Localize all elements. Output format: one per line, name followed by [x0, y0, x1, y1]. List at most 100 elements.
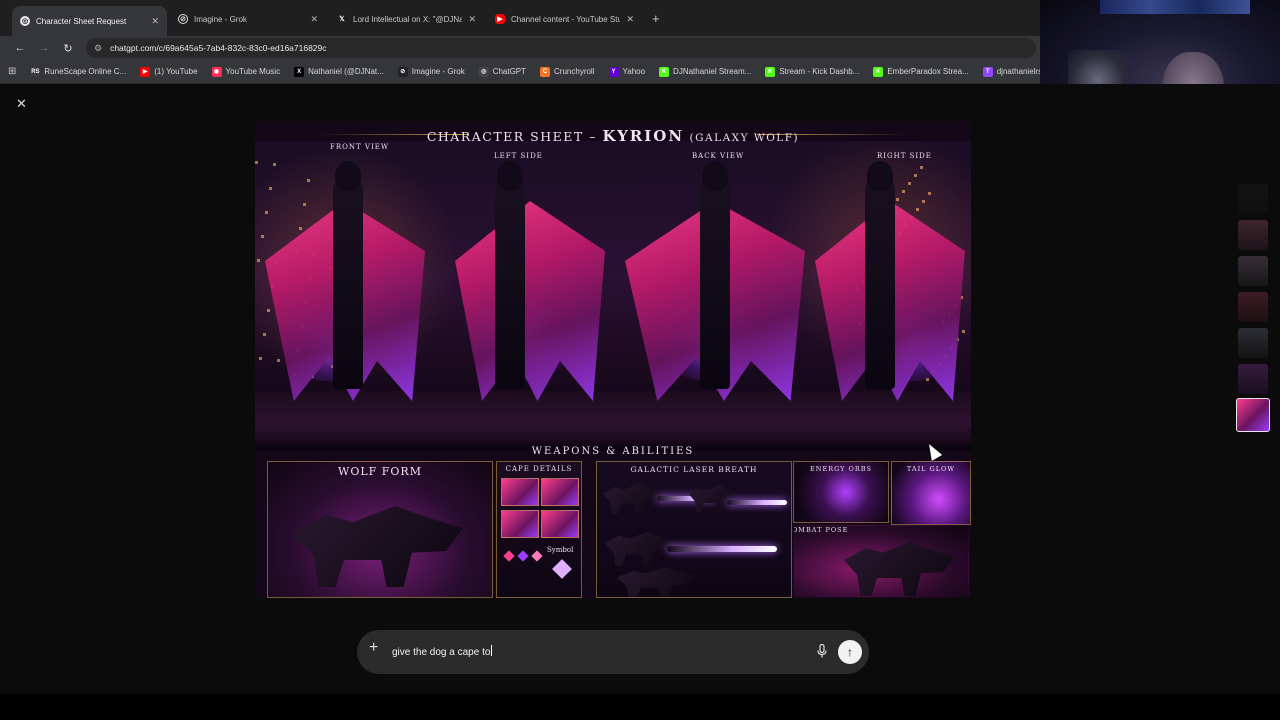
bookmark-item[interactable]: ⊘ Imagine - Grok — [397, 66, 465, 77]
bookmark-item[interactable]: K EmberParadox Strea... — [873, 66, 969, 77]
tab-label: Character Sheet Request — [36, 16, 127, 26]
chatgpt-icon: ◎ — [478, 66, 489, 77]
bookmark-label: djnathanielrs3 - Twit... — [996, 67, 1040, 76]
wolf-form-panel: WOLF FORM — [267, 461, 493, 598]
chatgpt-icon: ◎ — [20, 16, 30, 26]
text-caret — [491, 645, 493, 656]
webcam-background-shelf — [1100, 0, 1250, 14]
bookmark-item[interactable]: K Stream - Kick Dashb... — [765, 66, 860, 77]
plus-icon[interactable]: + — [369, 639, 378, 657]
figure-body — [700, 179, 730, 389]
youtube-icon: ▶ — [495, 14, 505, 24]
laser-beam — [667, 546, 777, 552]
energy-orbs-label: ENERGY ORBS — [810, 465, 872, 473]
history-thumb[interactable] — [1238, 256, 1268, 286]
tab-youtube-studio[interactable]: ▶ Channel content - YouTube Stu ✕ — [487, 6, 642, 32]
close-tab-icon[interactable]: ✕ — [151, 16, 159, 27]
tab-imagine-grok[interactable]: ⊘ Imagine - Grok ✕ — [170, 6, 326, 32]
browser-tab-strip: ◎ Character Sheet Request ✕ ⊘ Imagine - … — [0, 0, 1040, 36]
bookmark-item[interactable]: X Nathaniel (@DJNat... — [294, 66, 384, 77]
view-label-left: LEFT SIDE — [494, 152, 543, 160]
history-thumb[interactable] — [1238, 220, 1268, 250]
bookmark-item[interactable]: Tdjnathanielrs3 - Twit... — [982, 66, 1040, 77]
grok-icon: ⊘ — [178, 14, 188, 24]
history-thumb[interactable] — [1238, 328, 1268, 358]
send-button[interactable]: ↑ — [838, 640, 862, 664]
right-side-figure — [815, 161, 965, 421]
address-bar[interactable]: ⚙ chatgpt.com/c/69a645a5-7ab4-832c-83c0-… — [86, 38, 1036, 58]
crunchyroll-icon: C — [540, 66, 551, 77]
twitch-icon: T — [982, 66, 993, 77]
reload-button[interactable]: ↻ — [56, 42, 80, 55]
bookmark-list: RS RuneScape Online C... ▶ (1) YouTube ◉ YouT… — [30, 66, 1040, 77]
cape-detail-thumb — [501, 478, 539, 506]
figure-head — [335, 161, 361, 191]
bookmark-item[interactable]: Y Yahoo — [608, 66, 645, 77]
close-tab-icon[interactable]: ✕ — [310, 14, 318, 25]
bookmark-item[interactable]: C Crunchyroll — [540, 66, 595, 77]
tab-label: Imagine - Grok — [194, 14, 247, 24]
bookmark-item[interactable]: K DJNathaniel Stream... — [659, 66, 752, 77]
bookmark-item[interactable]: ◉ YouTube Music — [211, 66, 281, 77]
bookmark-label: DJNathaniel Stream... — [673, 67, 752, 76]
apps-grid-icon[interactable]: ⊞ — [8, 66, 16, 77]
wolf-illustration — [605, 531, 675, 566]
gem-icon — [517, 550, 529, 562]
figure-head — [497, 161, 523, 191]
energy-orbs-panel: ENERGY ORBS — [793, 461, 889, 523]
history-thumb[interactable] — [1238, 184, 1268, 214]
yahoo-icon: Y — [608, 66, 619, 77]
tab-lord-intellectual-x[interactable]: 𝕏 Lord Intellectual on X: "@DJNat ✕ — [329, 6, 484, 32]
city-light — [255, 161, 258, 164]
bookmark-item[interactable]: RS RuneScape Online C... — [30, 66, 126, 77]
wolf-form-label: WOLF FORM — [338, 465, 422, 478]
bookmark-item[interactable]: ▶ (1) YouTube — [140, 66, 198, 77]
new-tab-button[interactable]: + — [652, 11, 660, 26]
history-thumb[interactable] — [1238, 364, 1268, 394]
combat-pose-panel: COMBAT POSE — [793, 525, 969, 598]
grok-icon: ⊘ — [397, 66, 408, 77]
microphone-glyph — [817, 644, 827, 658]
title-name: KYRION — [602, 127, 685, 145]
close-tab-icon[interactable]: ✕ — [468, 14, 476, 25]
close-lightbox-icon[interactable]: ✕ — [16, 96, 27, 112]
wolf-illustration — [689, 485, 739, 512]
cape-details-panel: CAPE DETAILS Symbol — [496, 461, 582, 598]
kick-icon: K — [873, 66, 884, 77]
tab-character-sheet-request[interactable]: ◎ Character Sheet Request ✕ — [12, 6, 167, 36]
bookmark-label: (1) YouTube — [154, 67, 198, 76]
back-button[interactable]: ← — [8, 42, 32, 54]
cape-details-label: CAPE DETAILS — [505, 465, 573, 473]
gem-icon — [531, 550, 543, 562]
tail-glow-panel: TAIL GLOW — [891, 461, 971, 525]
history-thumb-active[interactable] — [1236, 398, 1270, 432]
forward-button[interactable]: → — [32, 42, 56, 54]
browser-toolbar: ← → ↻ ⚙ chatgpt.com/c/69a645a5-7ab4-832c… — [0, 36, 1040, 60]
bookmark-item[interactable]: ◎ ChatGPT — [478, 66, 527, 77]
figure-head — [867, 161, 893, 191]
bookmark-label: ChatGPT — [492, 67, 527, 76]
kick-icon: K — [765, 66, 776, 77]
city-light — [257, 259, 260, 262]
site-settings-icon[interactable]: ⚙ — [94, 43, 102, 54]
laser-beam — [727, 500, 787, 505]
generated-image[interactable]: CHARACTER SHEET – KYRION (GALAXY WOLF) F… — [255, 121, 971, 598]
combat-pose-label: COMBAT POSE — [793, 526, 849, 534]
close-tab-icon[interactable]: ✕ — [626, 14, 634, 25]
image-lightbox: ✕ CHARACTER SHEET – KYRION (GALAXY WOLF)… — [0, 84, 1280, 694]
cape-detail-thumb — [541, 510, 579, 538]
figure-body — [865, 179, 895, 389]
bookmark-label: Stream - Kick Dashb... — [779, 67, 860, 76]
microphone-icon[interactable] — [815, 643, 829, 659]
prompt-input[interactable]: give the dog a cape to — [392, 645, 493, 658]
figure-body — [333, 179, 363, 389]
bookmark-label: YouTube Music — [225, 67, 281, 76]
back-view-figure — [625, 161, 805, 421]
view-label-right: RIGHT SIDE — [877, 152, 932, 160]
wolf-illustration — [603, 483, 663, 514]
bookmarks-bar: ⊞ RS RuneScape Online C... ▶ (1) YouTube ◉ Yo… — [0, 60, 1040, 84]
youtube-icon: ▶ — [140, 66, 151, 77]
weapons-abilities-heading: WEAPONS & ABILITIES — [531, 446, 695, 457]
history-thumb[interactable] — [1238, 292, 1268, 322]
figure-body — [495, 179, 525, 389]
